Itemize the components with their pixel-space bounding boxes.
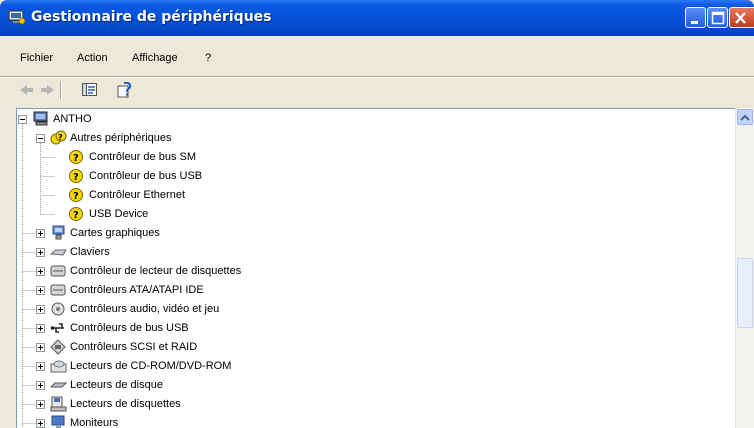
expand-icon[interactable]: [36, 286, 45, 295]
tree-item-bus-usb[interactable]: ? Contrôleur de bus USB: [17, 168, 317, 186]
scroll-up-button[interactable]: [737, 109, 753, 125]
tree-item-cdrom-dvdrom[interactable]: Lecteurs de CD-ROM/DVD-ROM: [17, 358, 367, 376]
tree-item-usb-device[interactable]: ? USB Device: [17, 206, 317, 224]
expand-icon[interactable]: [36, 343, 45, 352]
disk-drive-icon: [49, 377, 68, 393]
tree-item-bus-sm[interactable]: ? Contrôleur de bus SM: [17, 149, 317, 167]
tree-item-claviers[interactable]: Claviers: [17, 244, 367, 262]
computer-icon: [33, 111, 50, 127]
expand-icon[interactable]: [36, 362, 45, 371]
tree-item-label: Contrôleurs audio, vidéo et jeu: [70, 303, 220, 315]
maximize-button[interactable]: [707, 7, 728, 28]
unknown-device-icon: ?: [68, 149, 85, 165]
tree-item-label: Contrôleur de lecteur de disquettes: [70, 265, 242, 277]
tree-item-lecteurs-disquettes[interactable]: Lecteurs de disquettes: [17, 396, 367, 414]
expand-icon[interactable]: [36, 229, 45, 238]
expand-icon[interactable]: [36, 248, 45, 257]
expand-icon[interactable]: [36, 267, 45, 276]
forward-arrow-icon[interactable]: [38, 82, 56, 98]
tree-item-label: Contrôleurs SCSI et RAID: [70, 341, 198, 353]
unknown-device-icon: ?: [50, 130, 67, 146]
menu-help[interactable]: ?: [205, 52, 211, 64]
vertical-scrollbar[interactable]: [735, 108, 754, 428]
tree-item-label: Contrôleurs ATA/ATAPI IDE: [70, 284, 204, 296]
toolbar-separator: [60, 81, 62, 99]
tree-root-label: ANTHO: [53, 113, 92, 125]
tree-item-label: USB Device: [89, 208, 149, 220]
monitor-icon: [50, 415, 67, 428]
tree-item-label: Cartes graphiques: [70, 227, 160, 239]
tree-item-label: Autres périphériques: [70, 132, 172, 144]
tree-item-label: Moniteurs: [70, 417, 119, 428]
expand-icon[interactable]: [36, 381, 45, 390]
tree-item-label: Contrôleur de bus USB: [89, 170, 203, 182]
tree-item-label: Lecteurs de CD-ROM/DVD-ROM: [70, 360, 232, 372]
window-title: Gestionnaire de périphériques: [31, 9, 272, 25]
tree-item-moniteurs[interactable]: Moniteurs: [17, 415, 367, 428]
tree-item-scsi-raid[interactable]: Contrôleurs SCSI et RAID: [17, 339, 367, 357]
svg-text:?: ?: [73, 210, 79, 221]
expand-icon[interactable]: [36, 324, 45, 333]
expand-icon[interactable]: [36, 305, 45, 314]
unknown-device-icon: ?: [68, 168, 85, 184]
maximize-icon: [711, 11, 725, 25]
expand-icon[interactable]: [36, 419, 45, 428]
tree-item-label: Contrôleurs de bus USB: [70, 322, 189, 334]
menu-bar: Fichier Action Affichage ?: [0, 48, 754, 70]
expand-icon[interactable]: [36, 400, 45, 409]
tree-item-controleur-disquettes[interactable]: Contrôleur de lecteur de disquettes: [17, 263, 417, 281]
properties-icon[interactable]: [81, 82, 99, 98]
tree-item-ethernet[interactable]: ? Contrôleur Ethernet: [17, 187, 317, 205]
menu-affichage[interactable]: Affichage: [132, 52, 178, 64]
tree-item-autres-peripheriques[interactable]: ? Autres périphériques: [17, 130, 317, 148]
scsi-icon: [50, 339, 67, 355]
cdrom-icon: [50, 358, 67, 374]
toolbar: [0, 78, 754, 104]
svg-text:?: ?: [73, 153, 79, 164]
help-icon[interactable]: [116, 81, 134, 98]
tree-item-label: Contrôleur Ethernet: [89, 189, 185, 201]
collapse-icon[interactable]: [36, 134, 45, 143]
minimize-icon: [691, 21, 698, 24]
menu-action[interactable]: Action: [77, 52, 108, 64]
scrollbar-thumb[interactable]: [737, 258, 753, 328]
tree-item-bus-usb-controllers[interactable]: Contrôleurs de bus USB: [17, 320, 367, 338]
collapse-icon[interactable]: [18, 115, 27, 124]
close-icon: [735, 12, 746, 24]
tree-item-label: Lecteurs de disque: [70, 379, 163, 391]
device-tree-view[interactable]: ANTHO ? Autres périphériques ? Contrôleu…: [16, 108, 754, 428]
audio-icon: [50, 301, 67, 317]
ide-controller-icon: [50, 282, 67, 298]
back-arrow-icon[interactable]: [18, 82, 36, 98]
svg-text:?: ?: [58, 133, 63, 142]
tree-root-row[interactable]: ANTHO: [17, 111, 217, 129]
chevron-up-icon: [740, 114, 750, 121]
tree-item-lecteurs-disque[interactable]: Lecteurs de disque: [17, 377, 367, 395]
tree-item-label: Contrôleur de bus SM: [89, 151, 196, 163]
usb-icon: [50, 320, 67, 336]
keyboard-icon: [49, 244, 67, 260]
tree-item-ata-atapi[interactable]: Contrôleurs ATA/ATAPI IDE: [17, 282, 367, 300]
tree-item-audio-video[interactable]: Contrôleurs audio, vidéo et jeu: [17, 301, 367, 319]
device-manager-window: Gestionnaire de périphériques Fichier Ac…: [0, 0, 754, 428]
tree-item-label: Lecteurs de disquettes: [70, 398, 181, 410]
svg-text:?: ?: [73, 172, 79, 183]
floppy-drive-icon: [50, 396, 67, 412]
minimize-button[interactable]: [685, 7, 706, 28]
close-button[interactable]: [729, 7, 754, 28]
title-bar[interactable]: Gestionnaire de périphériques: [0, 0, 754, 36]
tree-item-cartes-graphiques[interactable]: Cartes graphiques: [17, 225, 367, 243]
floppy-controller-icon: [50, 263, 67, 279]
unknown-device-icon: ?: [68, 206, 85, 222]
unknown-device-icon: ?: [68, 187, 85, 203]
display-adapter-icon: [50, 225, 67, 241]
svg-text:?: ?: [73, 191, 79, 202]
tree-item-label: Claviers: [70, 246, 110, 258]
device-manager-app-icon: [8, 10, 26, 25]
menu-fichier[interactable]: Fichier: [20, 52, 53, 64]
